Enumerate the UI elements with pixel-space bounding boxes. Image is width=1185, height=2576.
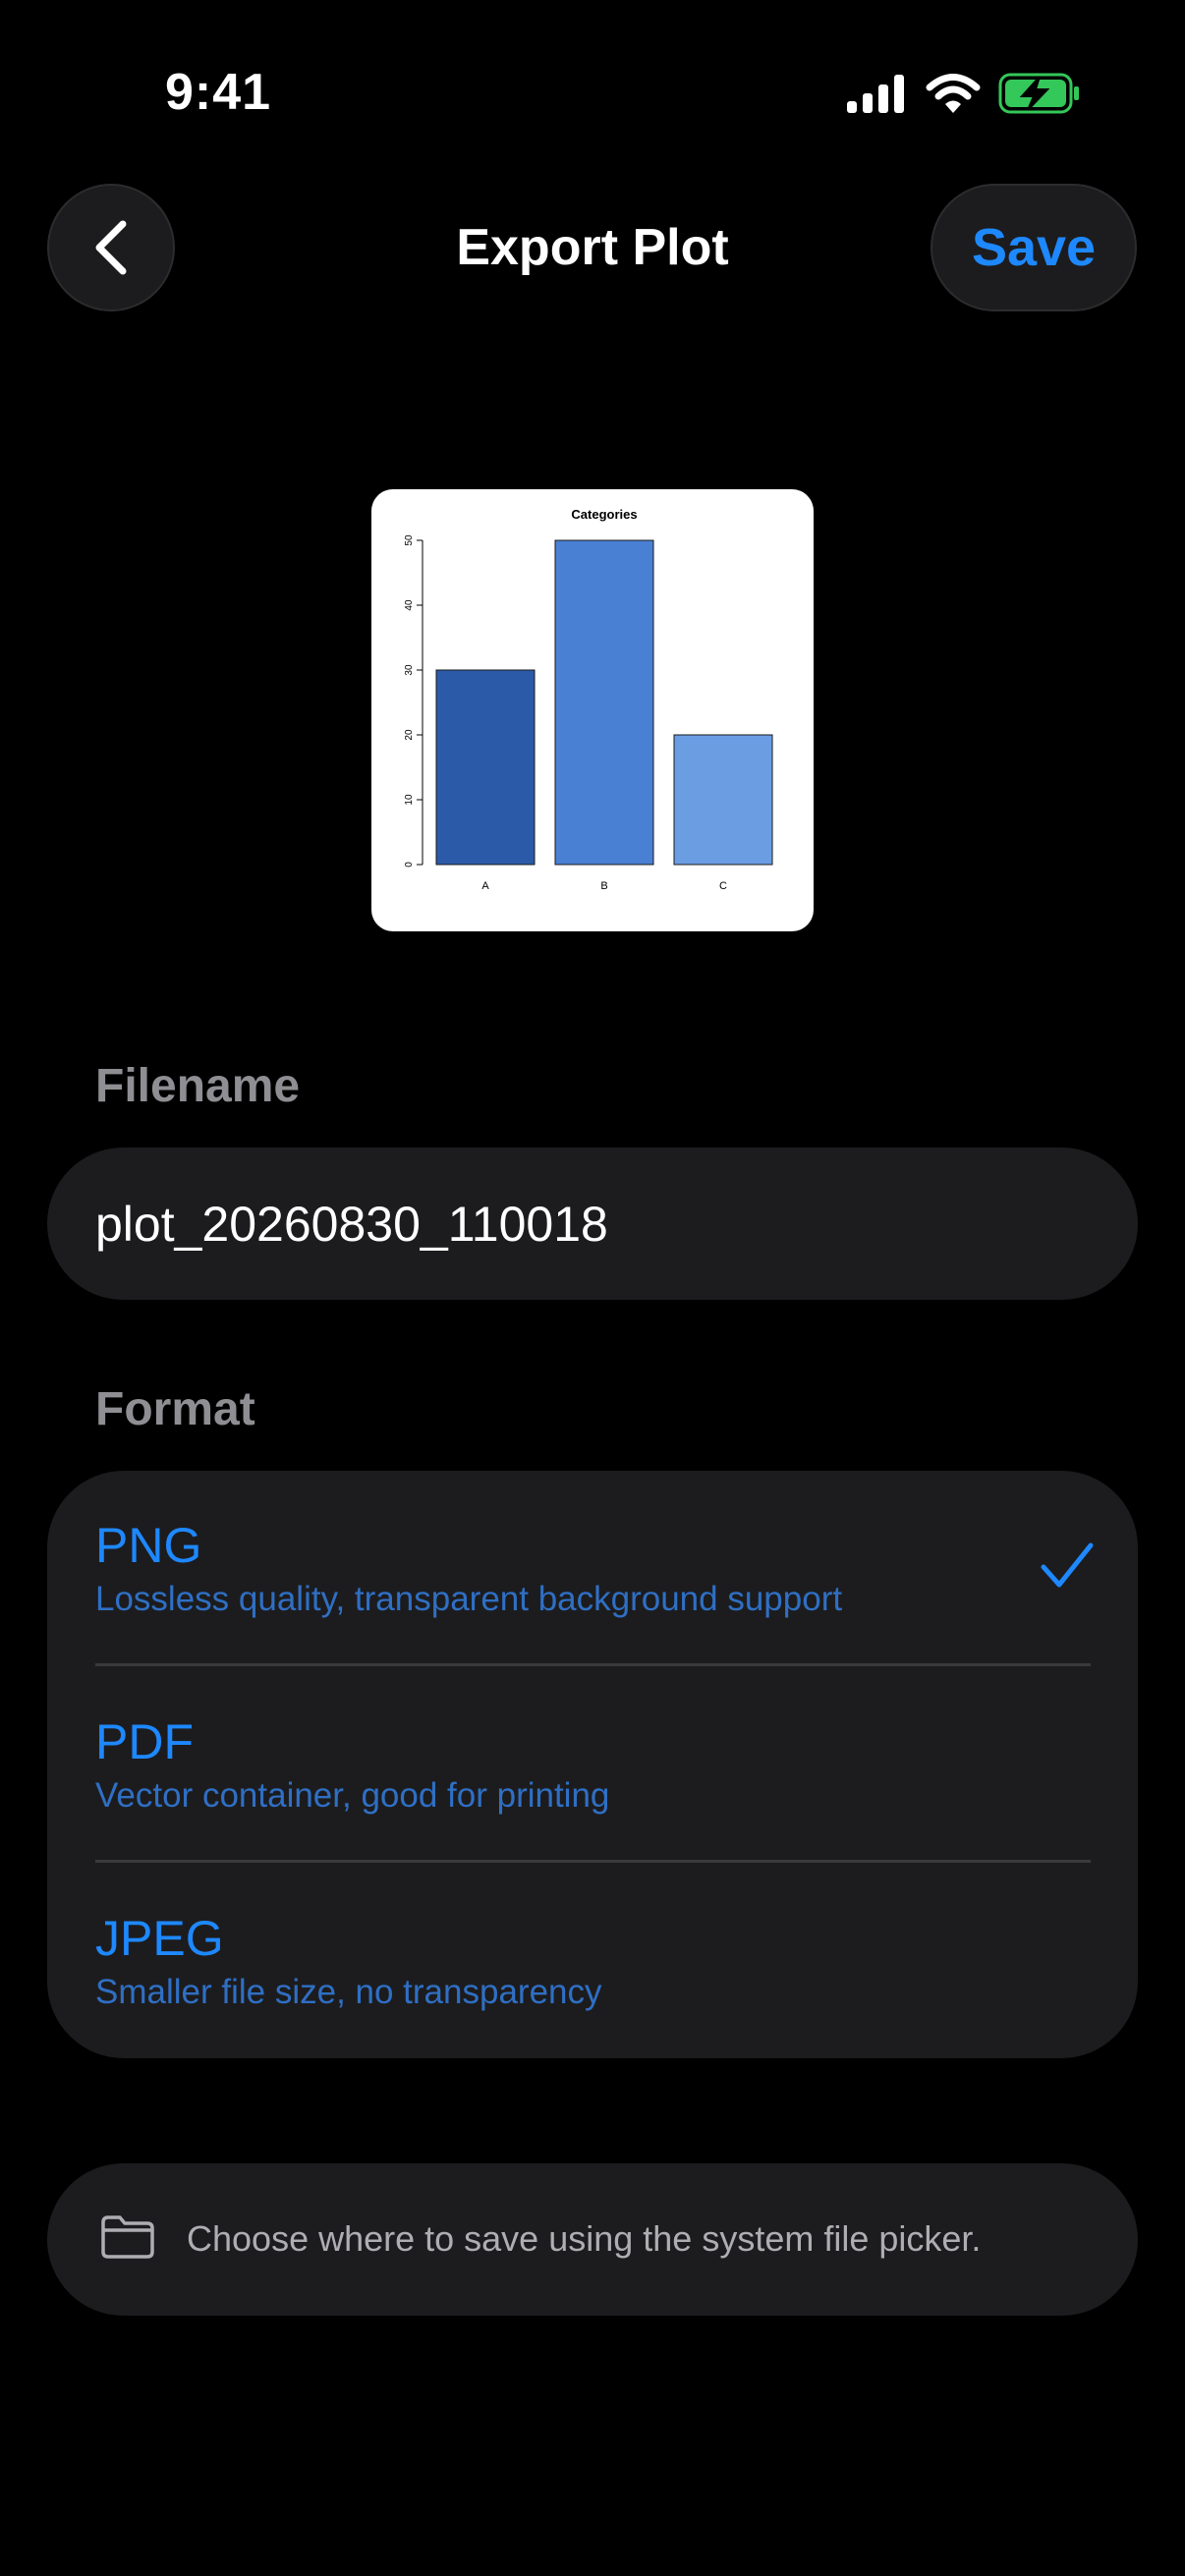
bar-a (435, 669, 536, 866)
y-tick-label: 30 (404, 664, 415, 676)
folder-icon (101, 2215, 154, 2259)
y-tick-label: 50 (404, 534, 415, 546)
bar-chart: Categories 0 10 20 30 40 50 A B C (404, 507, 773, 892)
x-tick-label: A (481, 880, 489, 892)
format-option-description: Smaller file size, no transparency (95, 1973, 602, 2011)
wifi-icon (926, 74, 981, 113)
bar-b (554, 539, 654, 866)
status-icons (847, 73, 1081, 114)
format-option-jpeg[interactable]: JPEG Smaller file size, no transparency (47, 1863, 1138, 2058)
battery-charging-icon (998, 73, 1079, 114)
cellular-signal-icon (847, 75, 904, 113)
format-label: Format (95, 1383, 255, 1435)
status-time: 9:41 (165, 64, 272, 121)
plot-preview: Categories 0 10 20 30 40 50 A B C (371, 489, 814, 931)
format-list: PNG Lossless quality, transparent backgr… (47, 1471, 1138, 2058)
format-option-description: Lossless quality, transparent background… (95, 1580, 843, 1618)
filename-value: plot_20260830_110018 (95, 1196, 608, 1252)
format-option-png[interactable]: PNG Lossless quality, transparent backgr… (47, 1471, 1138, 1667)
save-button[interactable]: Save (931, 184, 1137, 311)
chart-title: Categories (571, 507, 637, 522)
bar-c (673, 734, 773, 866)
save-location-info: Choose where to save using the system fi… (47, 2163, 1138, 2316)
format-option-description: Vector container, good for printing (95, 1776, 610, 1815)
y-tick-label: 0 (404, 862, 415, 868)
x-tick-label: C (719, 880, 727, 892)
format-option-name: PDF (95, 1714, 194, 1769)
y-tick-label: 40 (404, 599, 415, 611)
format-option-pdf[interactable]: PDF Vector container, good for printing (47, 1666, 1138, 1863)
y-tick-label: 20 (404, 729, 415, 741)
status-bar: 9:41 (0, 0, 1185, 187)
format-option-name: JPEG (95, 1911, 224, 1966)
x-tick-label: B (600, 880, 607, 892)
y-tick-label: 10 (404, 794, 415, 806)
checkmark-icon (1041, 1542, 1094, 1588)
save-location-text: Choose where to save using the system fi… (187, 2218, 982, 2259)
format-option-name: PNG (95, 1518, 202, 1573)
filename-label: Filename (95, 1060, 301, 1112)
filename-input[interactable]: plot_20260830_110018 (47, 1148, 1138, 1300)
